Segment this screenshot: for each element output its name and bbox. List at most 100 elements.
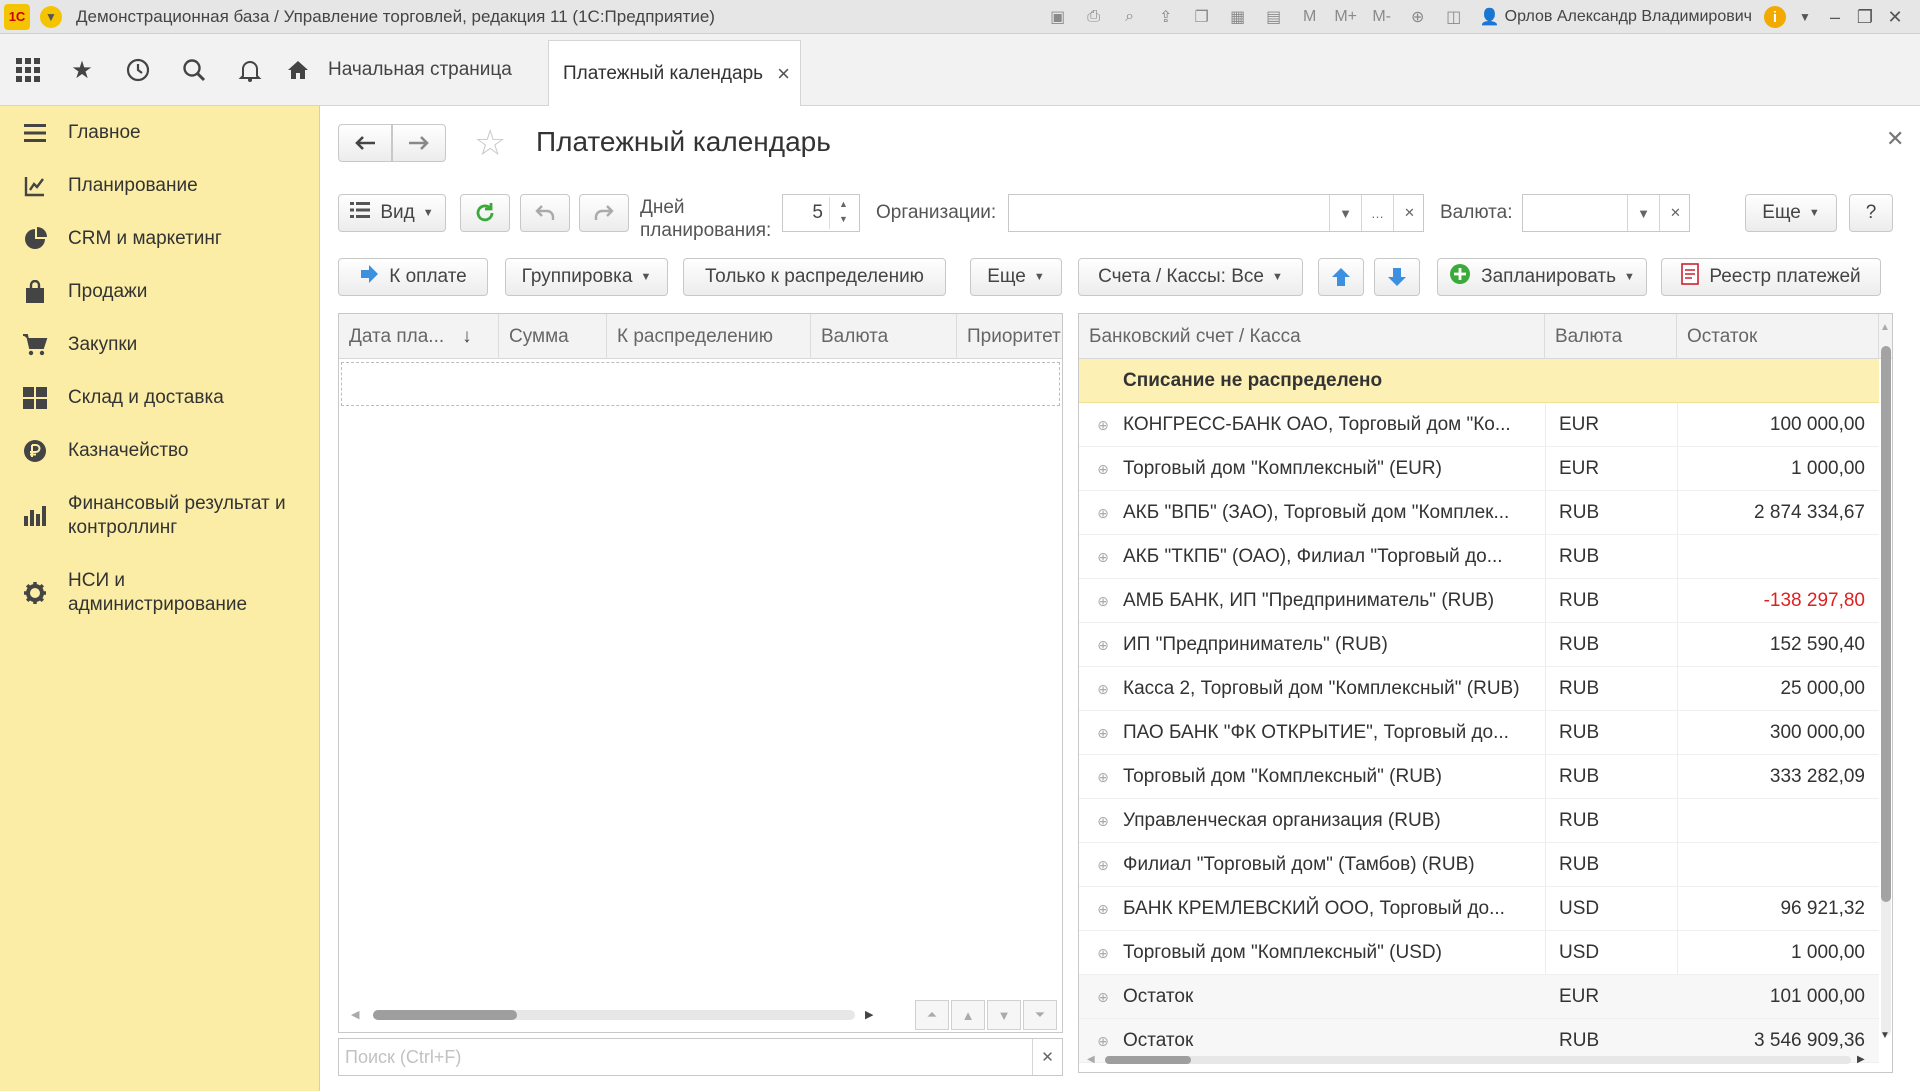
memory-minus-button[interactable]: M- <box>1371 6 1393 28</box>
table-row-selected[interactable] <box>341 362 1060 406</box>
column-header-amount[interactable]: Сумма <box>499 314 607 359</box>
close-tab-icon[interactable]: × <box>777 61 790 87</box>
plan-button[interactable]: Запланировать ▼ <box>1437 258 1647 296</box>
expand-row-icon[interactable]: ⊕ <box>1095 593 1111 609</box>
table-row[interactable]: ⊕ АКБ "ТКПБ" (ОАО), Филиал "Торговый до..… <box>1079 535 1879 579</box>
expand-row-icon[interactable]: ⊕ <box>1095 901 1111 917</box>
clear-search-icon[interactable]: ✕ <box>1032 1039 1062 1075</box>
column-header-balance[interactable]: Остаток <box>1677 314 1879 359</box>
scroll-right-icon[interactable]: ▶ <box>865 1008 873 1021</box>
minimize-button[interactable]: – <box>1820 7 1850 28</box>
table-row[interactable]: ⊕ ПАО БАНК "ФК ОТКРЫТИЕ", Торговый до... R… <box>1079 711 1879 755</box>
preview-icon[interactable]: ⌕ <box>1119 6 1141 28</box>
column-header-priority[interactable]: Приоритет <box>957 314 1062 359</box>
expand-row-icon[interactable]: ⊕ <box>1095 989 1111 1005</box>
column-header-date[interactable]: Дата пла... ↓ <box>339 314 499 359</box>
info-icon[interactable]: i <box>1764 6 1786 28</box>
table-row[interactable]: ⊕ Касса 2, Торговый дом "Комплексный" (RU… <box>1079 667 1879 711</box>
payment-registry-button[interactable]: Реестр платежей <box>1661 258 1881 296</box>
print-icon[interactable]: ⎙ <box>1083 6 1105 28</box>
sidebar-item-finance[interactable]: Финансовый результат и контроллинг <box>0 491 320 540</box>
ellipsis-icon[interactable]: … <box>1361 195 1393 231</box>
move-up-button[interactable] <box>1318 258 1364 296</box>
expand-row-icon[interactable]: ⊕ <box>1095 417 1111 433</box>
goto-last-button[interactable]: ⏷ <box>1023 1000 1057 1030</box>
memory-m-button[interactable]: M <box>1299 6 1321 28</box>
vertical-scrollbar[interactable] <box>1881 346 1891 1036</box>
goto-next-button[interactable]: ▼ <box>987 1000 1021 1030</box>
memory-plus-button[interactable]: M+ <box>1334 6 1357 28</box>
expand-row-icon[interactable]: ⊕ <box>1095 461 1111 477</box>
horizontal-scrollbar[interactable] <box>373 1010 855 1020</box>
column-header-account[interactable]: Банковский счет / Касса <box>1079 314 1545 359</box>
scroll-down-icon[interactable]: ▼ <box>1880 1030 1890 1041</box>
expand-row-icon[interactable]: ⊕ <box>1095 505 1111 521</box>
save-icon[interactable]: ▣ <box>1047 6 1069 28</box>
table-row-total[interactable]: ⊕ Остаток EUR 101 000,00 <box>1079 975 1879 1019</box>
zoom-icon[interactable]: ⊕ <box>1407 6 1429 28</box>
close-form-icon[interactable]: ✕ <box>1886 126 1904 152</box>
column-header-currency[interactable]: Валюта <box>1545 314 1677 359</box>
forward-button[interactable] <box>392 124 446 162</box>
sidebar-item-treasury[interactable]: Казначейство <box>0 438 320 464</box>
only-distribution-button[interactable]: Только к распределению <box>683 258 946 296</box>
expand-row-icon[interactable]: ⊕ <box>1095 681 1111 697</box>
expand-row-icon[interactable]: ⊕ <box>1095 725 1111 741</box>
sidebar-item-purchases[interactable]: Закупки <box>0 332 320 358</box>
table-row[interactable]: ⊕ Филиал "Торговый дом" (Тамбов) (RUB) RUB <box>1079 843 1879 887</box>
expand-row-icon[interactable]: ⊕ <box>1095 549 1111 565</box>
table-row[interactable]: ⊕ Управленческая организация (RUB) RUB <box>1079 799 1879 843</box>
favorites-star-icon[interactable]: ★ <box>66 54 98 86</box>
undo-button[interactable] <box>520 194 570 232</box>
tab-payment-calendar[interactable]: Платежный календарь × <box>548 40 801 106</box>
table-row[interactable]: ⊕ КОНГРЕСС-БАНК ОАО, Торговый дом "Ко... E… <box>1079 403 1879 447</box>
search-icon[interactable] <box>178 54 210 86</box>
scroll-left-icon[interactable]: ◀ <box>1087 1054 1095 1065</box>
close-window-button[interactable]: ✕ <box>1880 7 1910 28</box>
organizations-field[interactable]: ▼ … ✕ <box>1008 194 1424 232</box>
title-menu-chevron-icon[interactable]: ▼ <box>1790 10 1820 24</box>
panels-icon[interactable]: ◫ <box>1443 6 1465 28</box>
scrollbar-thumb[interactable] <box>1105 1056 1191 1064</box>
chevron-down-icon[interactable]: ▼ <box>1627 195 1659 231</box>
expand-row-icon[interactable]: ⊕ <box>1095 813 1111 829</box>
sidebar-item-crm[interactable]: CRM и маркетинг <box>0 226 320 252</box>
chevron-down-icon[interactable]: ▼ <box>1329 195 1361 231</box>
column-header-to-distribute[interactable]: К распределению <box>607 314 811 359</box>
help-button[interactable]: ? <box>1849 194 1893 232</box>
clear-icon[interactable]: ✕ <box>1659 195 1691 231</box>
table-row[interactable]: ⊕ Торговый дом "Комплексный" (EUR) EUR 1 00… <box>1079 447 1879 491</box>
apps-grid-icon[interactable] <box>12 54 44 86</box>
horizontal-scrollbar[interactable] <box>1105 1056 1851 1064</box>
table-row-unallocated[interactable]: Списание не распределено <box>1079 359 1879 403</box>
main-menu-button[interactable]: ▼ <box>40 5 62 28</box>
scroll-left-icon[interactable]: ◀ <box>351 1008 359 1021</box>
scroll-right-icon[interactable]: ▶ <box>1857 1054 1865 1065</box>
calendar-icon[interactable]: ▤ <box>1263 6 1285 28</box>
table-row[interactable]: ⊕ Торговый дом "Комплексный" (RUB) RUB 333 … <box>1079 755 1879 799</box>
more-button-left[interactable]: Еще ▼ <box>970 258 1062 296</box>
search-input[interactable] <box>339 1039 1029 1075</box>
sidebar-item-main[interactable]: Главное <box>0 120 320 146</box>
goto-first-button[interactable]: ⏶ <box>915 1000 949 1030</box>
user-name[interactable]: Орлов Александр Владимирович <box>1505 8 1752 26</box>
table-row[interactable]: ⊕ АКБ "ВПБ" (ЗАО), Торговый дом "Комплек.… <box>1079 491 1879 535</box>
days-stepper[interactable]: 5 ▲ ▼ <box>782 194 860 232</box>
sidebar-item-sales[interactable]: Продажи <box>0 279 320 305</box>
expand-row-icon[interactable]: ⊕ <box>1095 637 1111 653</box>
tab-home[interactable]: Начальная страница <box>282 34 512 106</box>
expand-row-icon[interactable]: ⊕ <box>1095 769 1111 785</box>
view-button[interactable]: Вид ▼ <box>338 194 446 232</box>
redo-button[interactable] <box>579 194 629 232</box>
more-button-top[interactable]: Еще ▼ <box>1745 194 1837 232</box>
table-row[interactable]: ⊕ ИП "Предприниматель" (RUB) RUB 152 590,40 <box>1079 623 1879 667</box>
currency-field[interactable]: ▼ ✕ <box>1522 194 1690 232</box>
scroll-up-icon[interactable]: ▲ <box>1880 322 1890 333</box>
stepper-arrows-icon[interactable]: ▲ ▼ <box>829 197 857 229</box>
move-down-button[interactable] <box>1374 258 1420 296</box>
bell-icon[interactable] <box>234 54 266 86</box>
table-row[interactable]: ⊕ БАНК КРЕМЛЕВСКИЙ ООО, Торговый до... USD… <box>1079 887 1879 931</box>
back-button[interactable] <box>338 124 392 162</box>
favorite-star-icon[interactable]: ☆ <box>474 122 506 164</box>
accounts-filter-button[interactable]: Счета / Кассы: Все ▼ <box>1078 258 1303 296</box>
